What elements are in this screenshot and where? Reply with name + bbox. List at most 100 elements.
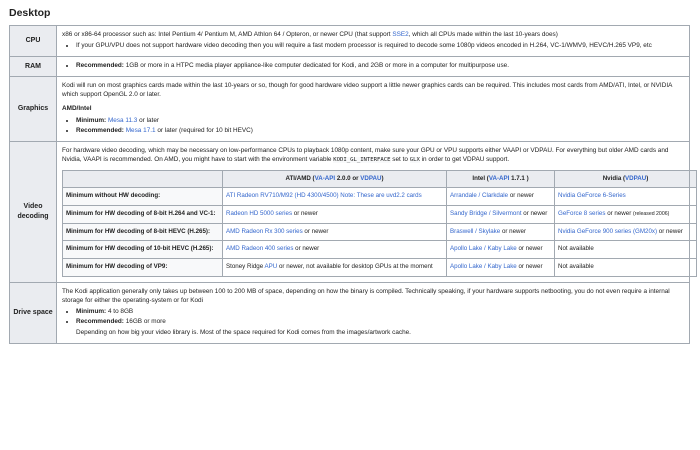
page: Desktop CPU x86 or x86-64 processor such… [0,0,700,344]
intel-post: or newer [521,210,548,218]
drive-label: Drive space [9,281,57,344]
col-ati-text: ATI/AMD ( [285,174,315,182]
intel-cell: Apollo Lake / Kaby Lake or newer [446,240,555,260]
table-row: Minimum for HW decoding of 8-bit H.264 a… [62,205,697,224]
intel-cell: Arrandale / Clarkdale or newer [446,187,555,207]
nvidia-post: Not available [558,245,594,253]
intel-vaapi-link[interactable]: VA-API [489,175,510,182]
cpu-list: If your GPU/VPU does not support hardwar… [62,42,684,51]
requirements-table: CPU x86 or x86-64 processor such as: Int… [9,25,697,344]
table-row: Minimum without HW decoding: ATI Radeon … [62,187,697,207]
glx-code: GLX [409,156,420,163]
nvidia-cell: GeForce 8 series or newer (released 2006… [554,205,697,224]
table-row: Minimum for HW decoding of 8-bit HEVC (H… [62,222,697,242]
ati-cell: Stoney Ridge APU or newer, not available… [222,258,447,277]
intel-cell: Apollo Lake / Kaby Lake or newer [446,258,555,277]
ati-cell: ATI Radeon RV710/M92 (HD 4300/4500) Note… [222,187,447,207]
intel-cell: Braswell / Skylake or newer [446,222,555,242]
drive-min: Minimum: 4 to 8GB [76,308,684,317]
env-var-code: KODI_GL_INTERFACE [333,156,391,163]
nvidia-vdpau-link[interactable]: VDPAU [625,175,646,182]
cpu-cell: x86 or x86-64 processor such as: Intel P… [56,25,690,57]
mesa-min-link[interactable]: Mesa 11.3 [108,117,137,124]
video-intro-part: set to [390,155,410,163]
vdpau-link[interactable]: VDPAU [360,175,381,182]
nvidia-cell: Not available [554,240,697,260]
ati-post: or newer [292,210,318,218]
table-row: Minimum for HW decoding of VP9: Stoney R… [62,258,697,277]
ati-post: or newer, not available for desktop GPUs… [277,263,433,271]
graphics-subheading: AMD/Intel [62,104,92,112]
graphics-label: Graphics [9,75,57,142]
col-intel: Intel (VA-API 1.7.1 ) [446,169,555,189]
col-nvidia-text: ) [646,174,649,182]
col-ati-text: ) [381,174,384,182]
video-table-header: ATI/AMD (VA-API 2.0.0 or VDPAU) Intel (V… [62,169,697,189]
sse2-link[interactable]: SSE2 [392,31,408,38]
intel-post: or newer [516,263,543,271]
graphics-rec-bold: Recommended: [76,126,124,134]
ati-link[interactable]: AMD Radeon 400 series [226,245,293,252]
intel-link[interactable]: Braswell / Skylake [450,228,500,235]
intel-link[interactable]: Apollo Lake / Kaby Lake [450,245,517,252]
ati-link[interactable]: ATI Radeon RV710/M92 (HD 4300/4500) Note… [226,192,422,199]
cpu-bullet: If your GPU/VPU does not support hardwar… [76,42,684,51]
vaapi-link[interactable]: VA-API [315,175,336,182]
cpu-row: CPU x86 or x86-64 processor such as: Int… [9,25,690,57]
ram-text: 1GB or more in a HTPC media player appli… [123,61,509,69]
intel-link[interactable]: Arrandale / Clarkdale [450,192,508,199]
ati-link[interactable]: APU [265,263,278,270]
graphics-intro: Kodi will run on most graphics cards mad… [62,81,672,98]
drive-rec: Recommended: 16GB or more [76,318,684,327]
nvidia-post: or newer [605,210,633,218]
drive-min-bold: Minimum: [76,307,107,315]
col-nvidia: Nvidia (VDPAU) [554,169,697,189]
ati-link[interactable]: AMD Radeon Rx 300 series [226,228,303,235]
cpu-text-part: x86 or x86-64 processor such as: Intel P… [62,31,393,38]
intel-link[interactable]: Sandy Bridge / Silvermont [450,210,522,217]
graphics-min-bold: Minimum: [76,116,107,124]
cpu-text: x86 or x86-64 processor such as: Intel P… [62,31,684,40]
graphics-min: Minimum: Mesa 11.3 or later [76,117,684,126]
video-decoding-table: ATI/AMD (VA-API 2.0.0 or VDPAU) Intel (V… [62,169,697,277]
ati-link[interactable]: Radeon HD 5000 series [226,210,292,217]
mesa-rec-link[interactable]: Mesa 17.1 [126,127,156,134]
nvidia-link[interactable]: GeForce 8 series [558,210,605,217]
drive-intro: The Kodi application generally only take… [62,287,670,304]
row-label: Minimum for HW decoding of 8-bit HEVC (H… [62,222,223,242]
drive-note: Depending on how big your video library … [76,328,411,336]
col-intel-text: 1.7.1 ) [509,174,529,182]
nvidia-post: Not available [558,263,594,271]
ati-post: or newer [302,227,329,235]
graphics-min-post: or later [137,116,160,124]
nvidia-post: or newer [657,227,683,235]
graphics-rec: Recommended: Mesa 17.1 or later (require… [76,127,684,136]
section-heading: Desktop [9,7,51,19]
video-cell: For hardware video decoding, which may b… [56,140,697,283]
row-label: Minimum for HW decoding of VP9: [62,258,223,277]
ati-cell: AMD Radeon 400 series or newer [222,240,447,260]
ram-label: RAM [9,55,57,77]
graphics-cell: Kodi will run on most graphics cards mad… [56,75,690,142]
row-label: Minimum without HW decoding: [62,187,223,207]
video-intro: For hardware video decoding, which may b… [62,147,684,165]
intel-link[interactable]: Apollo Lake / Kaby Lake [450,263,517,270]
ati-cell: Radeon HD 5000 series or newer [222,205,447,224]
cpu-text-part: , which all CPUs made within the last 10… [408,31,558,38]
ati-cell: AMD Radeon Rx 300 series or newer [222,222,447,242]
nvidia-cell: Not available [554,258,697,277]
intel-post: or newer [500,227,527,235]
col-ati-text: 2.0.0 or [335,174,361,182]
ati-post: or newer [293,245,320,253]
nvidia-cell: Nvidia GeForce 6-Series [554,187,697,207]
empty-header [62,169,223,189]
nvidia-cell: Nvidia GeForce 900 series (GM20x) or new… [554,222,697,242]
intel-cell: Sandy Bridge / Silvermont or newer [446,205,555,224]
table-row: Minimum for HW decoding of 10-bit HEVC (… [62,240,697,260]
nvidia-link[interactable]: Nvidia GeForce 900 series (GM20x) [558,228,657,235]
drive-list: Minimum: 4 to 8GB Recommended: 16GB or m… [62,308,684,327]
nvidia-link[interactable]: Nvidia GeForce 6-Series [558,192,626,199]
ram-bullet: Recommended: 1GB or more in a HTPC media… [76,62,684,71]
drive-row: Drive space The Kodi application general… [9,281,690,344]
drive-min-text: 4 to 8GB [106,307,134,315]
